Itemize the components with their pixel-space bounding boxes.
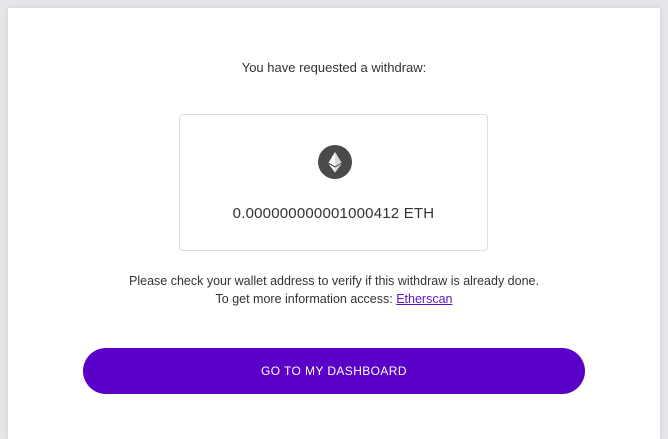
note-line-1: Please check your wallet address to veri… bbox=[129, 274, 539, 288]
etherscan-link[interactable]: Etherscan bbox=[396, 292, 452, 306]
ethereum-icon bbox=[318, 145, 352, 179]
verification-note: Please check your wallet address to veri… bbox=[8, 272, 660, 308]
withdraw-confirmation-modal: You have requested a withdraw: 0.0000000… bbox=[8, 8, 660, 439]
note-line-2-prefix: To get more information access: bbox=[215, 292, 393, 306]
modal-heading: You have requested a withdraw: bbox=[241, 60, 427, 75]
go-to-dashboard-button[interactable]: GO TO MY DASHBOARD bbox=[83, 348, 585, 394]
amount-card: 0.000000000001000412 ETH bbox=[179, 114, 488, 251]
note-line-2: To get more information access: Ethersca… bbox=[8, 290, 660, 308]
withdraw-amount: 0.000000000001000412 ETH bbox=[232, 205, 435, 222]
